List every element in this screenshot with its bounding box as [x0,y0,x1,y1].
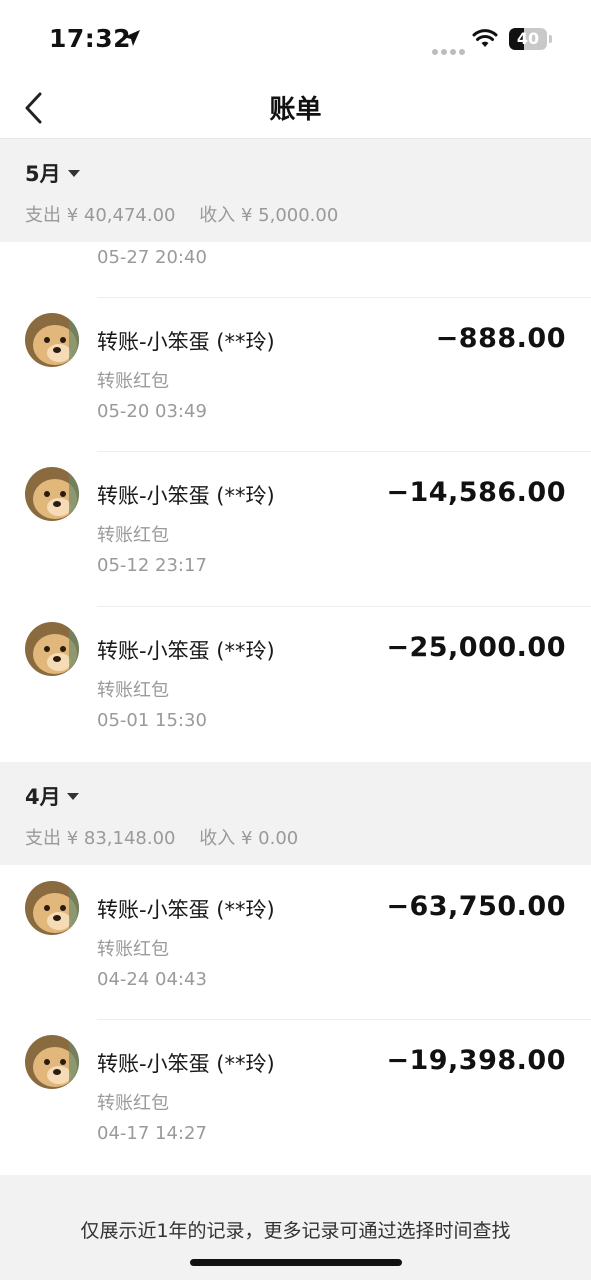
dog-avatar [25,622,79,676]
record-amount: −19,398.00 [386,1045,566,1076]
caret-down-icon[interactable] [67,793,79,800]
expense-total: 支出 ¥ 40,474.00 [25,205,176,226]
dog-avatar [25,467,79,521]
record-name: 转账-小笨蛋 (**玲) [97,639,275,663]
record-date: 04-17 14:27 [97,1123,207,1144]
record-type: 转账红包 [97,525,169,546]
expense-total: 支出 ¥ 83,148.00 [25,828,176,849]
list-item[interactable]: 转账-小笨蛋 (**玲) 转账红包 04-17 14:27 −19,398.00 [0,1019,591,1173]
status-time: 17:32 [49,24,132,53]
divider [97,297,591,298]
month-summary: 支出 ¥ 83,148.00 收入 ¥ 0.00 [25,824,316,850]
record-amount: −63,750.00 [386,891,566,922]
nav-bar: 账单 [0,78,591,139]
month-selector[interactable]: 4月 [25,781,61,811]
list-item[interactable]: 转账-小笨蛋 (**玲) 转账红包 05-01 15:30 −25,000.00 [0,606,591,760]
month-summary: 支出 ¥ 40,474.00 收入 ¥ 5,000.00 [25,201,356,227]
list-item[interactable]: 转账-小笨蛋 (**玲) 转账红包 05-20 03:49 −888.00 [0,297,591,451]
page-title: 账单 [269,95,322,125]
record-date: 05-27 20:40 [97,247,207,268]
dog-avatar [25,313,79,367]
dog-avatar [25,881,79,935]
record-type: 转账红包 [97,939,169,960]
record-date: 05-12 23:17 [97,555,207,576]
month-selector[interactable]: 5月 [25,158,61,188]
record-amount: −14,586.00 [386,477,566,508]
footer-note: 仅展示近1年的记录，更多记录可通过选择时间查找 [80,1220,511,1242]
divider [97,1019,591,1020]
location-arrow-icon [124,30,140,46]
record-date: 05-20 03:49 [97,401,207,422]
divider [97,606,591,607]
record-name: 转账-小笨蛋 (**玲) [97,1052,275,1076]
record-amount: −25,000.00 [386,632,566,663]
record-date: 05-01 15:30 [97,710,207,731]
dog-avatar [25,1035,79,1089]
record-name: 转账-小笨蛋 (**玲) [97,898,275,922]
caret-down-icon[interactable] [68,170,80,177]
month-header-april: 4月 支出 ¥ 83,148.00 收入 ¥ 0.00 [0,762,591,865]
record-date: 04-24 04:43 [97,969,207,990]
record-type: 转账红包 [97,1093,169,1114]
record-amount: −888.00 [435,323,566,354]
divider [97,451,591,452]
record-type: 转账红包 [97,371,169,392]
record-name: 转账-小笨蛋 (**玲) [97,330,275,354]
status-bar: 17:32 40 [0,0,591,78]
signal-dots-icon [432,40,468,59]
record-name: 转账-小笨蛋 (**玲) [97,484,275,508]
list-item[interactable]: 转账-小笨蛋 (**玲) 转账红包 04-24 04:43 −63,750.00 [0,865,591,1019]
record-type: 转账红包 [97,680,169,701]
wifi-icon [472,29,498,47]
battery-icon: 40 [509,28,553,50]
income-total: 收入 ¥ 0.00 [199,828,299,849]
income-total: 收入 ¥ 5,000.00 [199,205,339,226]
battery-percent: 40 [516,29,540,48]
month-header-may: 5月 支出 ¥ 40,474.00 收入 ¥ 5,000.00 [0,139,591,242]
list-item[interactable]: 转账-小笨蛋 (**玲) 转账红包 05-12 23:17 −14,586.00 [0,451,591,605]
home-indicator[interactable] [190,1259,402,1266]
